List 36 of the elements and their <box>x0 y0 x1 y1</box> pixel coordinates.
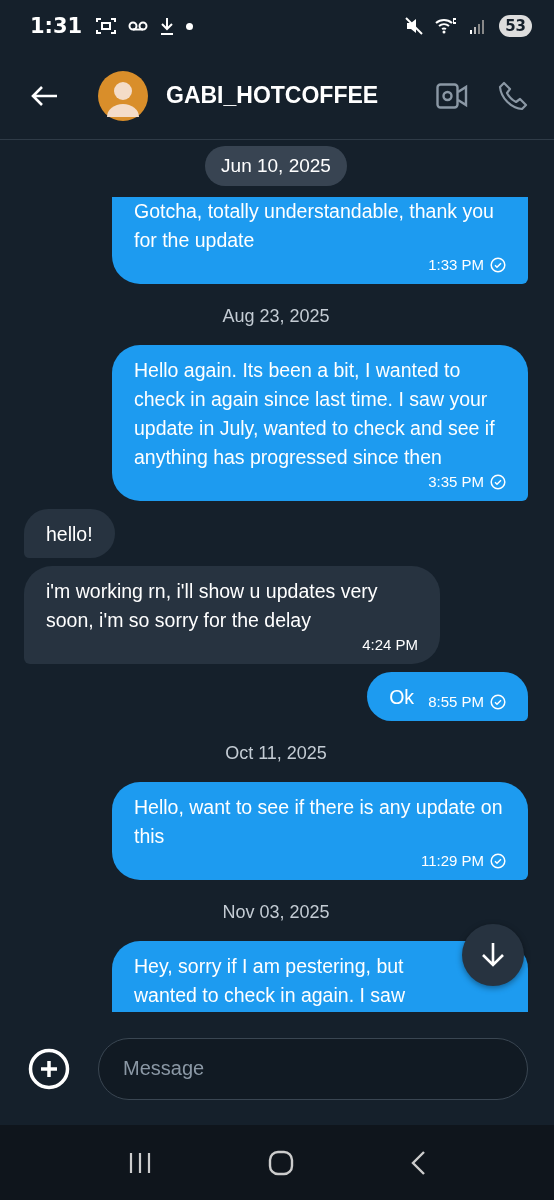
message-input[interactable]: Message <box>98 1037 528 1100</box>
mute-icon <box>405 17 424 35</box>
message-text: hello! <box>46 522 93 547</box>
message-text: Gotcha, totally understandable, thank you for the update <box>134 199 495 253</box>
down-arrow-icon <box>481 942 505 968</box>
message-text: Hello, want to see if there is any update on this <box>134 795 504 849</box>
message-time: 4:24 PM <box>362 635 418 655</box>
message-text: i'm working rn, i'll show u updates very soon, i'm so sorry for the delay <box>46 579 379 633</box>
message-time: 11:29 PM <box>420 851 484 871</box>
message-text: Ok <box>389 685 415 710</box>
date-label: Aug 23, 2025 <box>222 306 330 327</box>
avatar-icon[interactable] <box>98 70 148 121</box>
phone-icon[interactable] <box>498 80 528 111</box>
message-time: 8:55 PM <box>428 692 484 712</box>
home-icon[interactable] <box>268 1149 294 1176</box>
back-arrow-icon[interactable] <box>30 84 58 107</box>
voicemail-icon <box>128 21 149 31</box>
message-time: 3:35 PM <box>428 472 484 492</box>
video-call-icon[interactable] <box>436 82 468 109</box>
status-time: 1:31 <box>30 14 83 38</box>
contact-name: GABI_HOTCOFFEE <box>166 82 379 109</box>
message-text: Hey, sorry if I am pestering, but wanted to check in again. I saw <box>134 954 405 1008</box>
scroll-down-button[interactable] <box>462 924 524 986</box>
wifi-icon <box>435 17 458 35</box>
date-pill: Jun 10, 2025 <box>205 146 347 186</box>
date-label: Nov 03, 2025 <box>222 902 330 923</box>
download-icon <box>160 17 175 35</box>
recent-apps-icon[interactable] <box>128 1150 152 1175</box>
back-icon[interactable] <box>410 1149 426 1176</box>
dot-icon <box>186 22 194 30</box>
add-icon[interactable] <box>28 1047 70 1090</box>
battery-indicator: 53 <box>499 15 532 37</box>
message-text: Hello again. Its been a bit, I wanted to check in again since last time. I saw your update in July, wanted to check and see if anything has progressed since then <box>134 358 496 470</box>
message-time: 1:33 PM <box>428 255 484 275</box>
date-label: Oct 11, 2025 <box>225 743 327 764</box>
screenshot-icon <box>96 17 117 35</box>
